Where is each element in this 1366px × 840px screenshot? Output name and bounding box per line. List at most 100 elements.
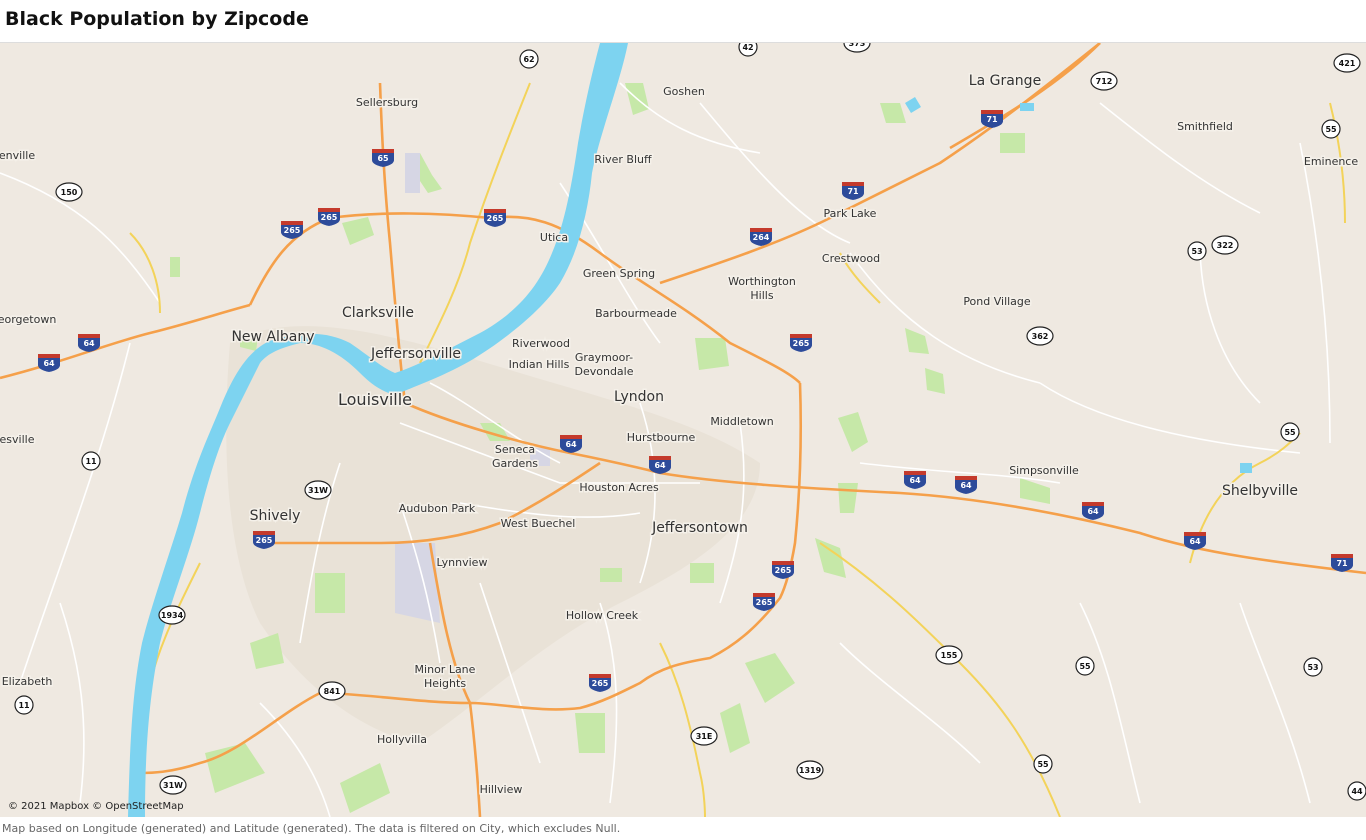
place-label: Green Spring (583, 267, 655, 280)
place-label: Seneca (495, 443, 535, 456)
place-label: Hillview (480, 783, 523, 796)
svg-text:53: 53 (1307, 663, 1318, 672)
svg-text:265: 265 (321, 213, 338, 222)
route-shield: 373 (843, 43, 871, 53)
interstate-shield: 265 (281, 221, 303, 239)
route-shield: 31E (690, 726, 718, 746)
place-label: Hurstbourne (627, 431, 696, 444)
svg-text:265: 265 (775, 566, 792, 575)
svg-text:64: 64 (83, 339, 95, 348)
svg-text:155: 155 (941, 651, 958, 660)
svg-text:265: 265 (592, 679, 609, 688)
place-label: Worthington (728, 275, 796, 288)
interstate-shield: 64 (38, 354, 60, 372)
route-shield: 55 (1280, 422, 1300, 442)
place-label: West Buechel (501, 517, 576, 530)
route-shield: 55 (1033, 754, 1053, 774)
place-label: Hollow Creek (566, 609, 639, 622)
place-label: Shively (250, 508, 301, 524)
svg-text:53: 53 (1191, 247, 1202, 256)
svg-text:64: 64 (1189, 537, 1201, 546)
place-label: Crestwood (822, 252, 880, 265)
route-shield: 322 (1211, 235, 1239, 255)
svg-text:71: 71 (986, 115, 998, 124)
place-label: Clarksville (342, 305, 414, 321)
interstate-shield: 65 (372, 149, 394, 167)
place-label: New Albany (231, 329, 314, 345)
route-shield: 31W (159, 775, 187, 795)
svg-text:11: 11 (18, 701, 30, 710)
svg-text:11: 11 (85, 457, 97, 466)
place-label: Graymoor- (575, 351, 633, 364)
place-label: Barbourmeade (595, 307, 677, 320)
interstate-shield: 265 (790, 334, 812, 352)
interstate-shield: 71 (1331, 554, 1353, 572)
svg-text:71: 71 (847, 187, 859, 196)
route-shield: 53 (1187, 241, 1207, 261)
place-label: Lyndon (614, 389, 664, 405)
place-label: Middletown (710, 415, 773, 428)
route-shield: 841 (318, 681, 346, 701)
interstate-shield: 64 (955, 476, 977, 494)
svg-text:64: 64 (565, 440, 577, 449)
place-label: Utica (540, 231, 568, 244)
place-label: River Bluff (594, 153, 652, 166)
place-label: Smithfield (1177, 120, 1233, 133)
place-label: Indian Hills (509, 358, 570, 371)
interstate-shield: 64 (1082, 502, 1104, 520)
place-label: esville (0, 433, 35, 446)
svg-text:64: 64 (43, 359, 55, 368)
place-label: Hollyvilla (377, 733, 427, 746)
svg-text:64: 64 (960, 481, 972, 490)
svg-text:841: 841 (324, 687, 341, 696)
svg-text:44: 44 (1351, 787, 1363, 796)
svg-text:1934: 1934 (161, 611, 184, 620)
svg-text:55: 55 (1079, 662, 1091, 671)
place-label: Louisville (338, 390, 412, 409)
place-label: Houston Acres (579, 481, 659, 494)
svg-text:64: 64 (909, 476, 921, 485)
interstate-shield: 265 (318, 208, 340, 226)
interstate-shield: 71 (981, 110, 1003, 128)
svg-text:62: 62 (523, 55, 534, 64)
svg-text:265: 265 (756, 598, 773, 607)
svg-text:265: 265 (487, 214, 504, 223)
map-footnote: Map based on Longitude (generated) and L… (2, 822, 621, 835)
place-label: Jeffersontown (651, 520, 748, 536)
dashboard-title: Black Population by Zipcode (5, 8, 309, 30)
place-label: eorgetown (0, 313, 56, 326)
route-shield: 62 (519, 49, 539, 69)
svg-text:264: 264 (753, 233, 770, 242)
interstate-shield: 264 (750, 228, 772, 246)
place-label: Gardens (492, 457, 538, 470)
route-shield: 712 (1090, 71, 1118, 91)
interstate-shield: 265 (589, 674, 611, 692)
interstate-shield: 64 (560, 435, 582, 453)
svg-text:265: 265 (256, 536, 273, 545)
interstate-shield: 71 (842, 182, 864, 200)
place-label: Lynnview (437, 556, 488, 569)
route-shield: 42 (738, 43, 758, 57)
interstate-shield: 64 (78, 334, 100, 352)
route-shield: 1319 (796, 760, 824, 780)
place-label: Park Lake (824, 207, 877, 220)
map-canvas[interactable]: © 2021 Mapbox © OpenStreetMap Louisville… (0, 43, 1366, 817)
route-shield: 155 (935, 645, 963, 665)
svg-text:71: 71 (1336, 559, 1348, 568)
interstate-shield: 265 (484, 209, 506, 227)
route-shield: 1934 (158, 605, 186, 625)
route-shield: 53 (1303, 657, 1323, 677)
place-label: Eminence (1304, 155, 1358, 168)
place-label: Pond Village (963, 295, 1031, 308)
interstate-shield: 265 (253, 531, 275, 549)
route-shield: 150 (55, 182, 83, 202)
svg-text:322: 322 (1217, 241, 1234, 250)
route-shield: 31W (304, 480, 332, 500)
svg-text:31W: 31W (308, 486, 328, 495)
svg-text:65: 65 (377, 154, 389, 163)
place-label: Elizabeth (2, 675, 53, 688)
route-shield: 55 (1321, 119, 1341, 139)
svg-text:42: 42 (742, 43, 753, 52)
svg-text:64: 64 (654, 461, 666, 470)
map-view[interactable]: © 2021 Mapbox © OpenStreetMap Louisville… (0, 42, 1366, 817)
